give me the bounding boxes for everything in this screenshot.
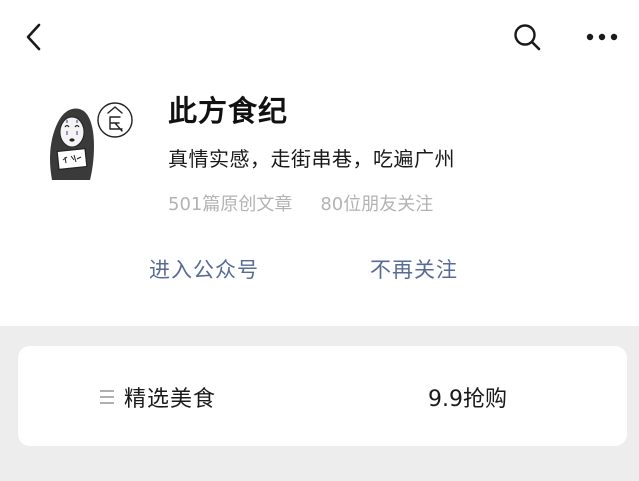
more-button[interactable]	[584, 20, 620, 54]
search-button[interactable]	[510, 20, 544, 54]
menu-list-icon	[100, 390, 114, 404]
menu-item-featured-food[interactable]: 精选美食	[100, 366, 216, 428]
chevron-left-icon	[26, 23, 41, 51]
menu-item-label: 9.9抢购	[428, 387, 507, 412]
search-icon	[514, 24, 541, 51]
follower-count: 80位朋友关注	[320, 194, 434, 215]
menu-item-flash-sale[interactable]: 9.9抢购	[428, 366, 507, 428]
back-button[interactable]	[20, 20, 48, 54]
account-name: 此方食纪	[168, 94, 289, 128]
more-dots-icon	[586, 33, 618, 41]
account-stats: 501篇原创文章 80位朋友关注	[168, 190, 433, 216]
article-count: 501篇原创文章	[168, 194, 293, 215]
unfollow-button[interactable]: 不再关注	[370, 254, 458, 284]
avatar	[44, 98, 136, 184]
enter-account-button[interactable]: 进入公众号	[149, 254, 259, 284]
menu-item-label: 精选美食	[124, 387, 217, 412]
account-description: 真情实感，走街串巷，吃遍广州	[168, 147, 455, 171]
no-face-mascot-icon	[50, 102, 133, 180]
